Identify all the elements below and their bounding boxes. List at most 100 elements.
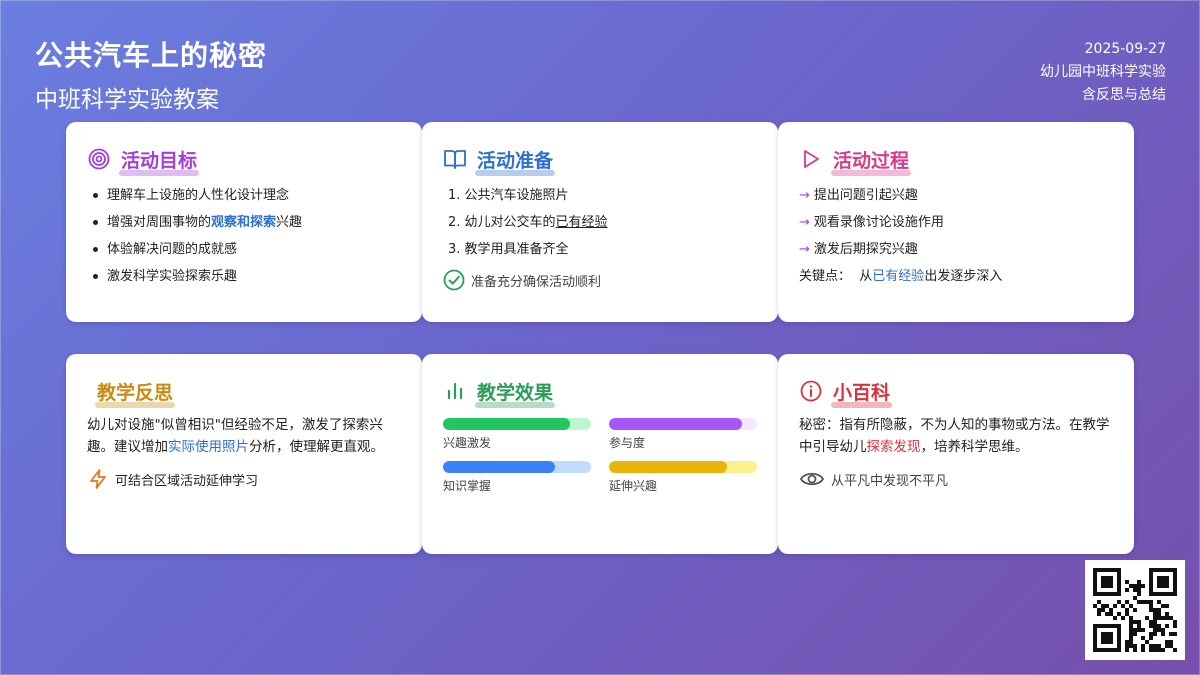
- qr-module: [1153, 616, 1157, 620]
- list-item: 1. 公共汽车设施照片: [448, 188, 569, 203]
- qr-module: [1161, 568, 1165, 572]
- wiki-text: ，培养科学思维。: [920, 439, 1029, 455]
- reflect-note: 可结合区域活动延伸学习: [87, 468, 400, 490]
- qr-module: [1097, 608, 1101, 612]
- qr-module: [1093, 592, 1097, 596]
- qr-module: [1169, 616, 1173, 620]
- page-title: 公共汽车上的秘密: [35, 39, 268, 72]
- qr-module: [1133, 632, 1137, 636]
- qr-module: [1109, 624, 1113, 628]
- card-reflect-header: 教学反思: [87, 376, 400, 408]
- qr-module: [1125, 644, 1129, 648]
- qr-module: [1093, 568, 1097, 572]
- qr-module: [1121, 616, 1125, 620]
- qr-module: [1149, 604, 1153, 608]
- qr-module: [1149, 584, 1153, 588]
- target-icon: [87, 147, 111, 171]
- qr-module: [1093, 604, 1097, 608]
- qr-module: [1093, 580, 1097, 584]
- qr-module: [1093, 584, 1097, 588]
- qr-module: [1149, 620, 1153, 624]
- qr-module: [1173, 592, 1177, 596]
- qr-module: [1161, 584, 1165, 588]
- qr-module: [1153, 644, 1157, 648]
- card-goals-header: 活动目标: [87, 144, 400, 176]
- qr-module: [1173, 572, 1177, 576]
- qr-module: [1165, 604, 1169, 608]
- card-reflect-title: 教学反思: [95, 378, 176, 408]
- goal-text: 兴趣: [276, 215, 303, 230]
- qr-module: [1149, 632, 1153, 636]
- qr-module: [1109, 568, 1113, 572]
- qr-module: [1141, 644, 1145, 648]
- page-subtitle: 中班科学实验教案: [35, 87, 219, 113]
- qr-module: [1117, 580, 1121, 584]
- qr-module: [1125, 612, 1129, 616]
- qr-module: [1145, 640, 1149, 644]
- qr-module: [1105, 640, 1109, 644]
- qr-module: [1157, 584, 1161, 588]
- prep-text: 2. 幼儿对公交车的: [448, 215, 556, 230]
- qr-module: [1149, 568, 1153, 572]
- qr-module: [1129, 632, 1133, 636]
- qr-module: [1109, 608, 1113, 612]
- qr-module: [1101, 624, 1105, 628]
- list-item: 体验解决问题的成就感: [87, 236, 400, 263]
- qr-module: [1165, 576, 1169, 580]
- qr-module: [1101, 648, 1105, 652]
- list-item: 2. 幼儿对公交车的已有经验: [443, 209, 756, 236]
- card-effect-header: 教学效果: [443, 376, 756, 408]
- qr-module: [1141, 584, 1145, 588]
- qr-module: [1157, 580, 1161, 584]
- qr-module: [1109, 632, 1113, 636]
- goal-highlight: 观察和探索: [211, 215, 277, 230]
- qr-module: [1129, 604, 1133, 608]
- qr-module: [1113, 624, 1117, 628]
- list-item: → 激发后期探究兴趣: [799, 236, 1112, 263]
- qr-module: [1169, 592, 1173, 596]
- qr-module: [1093, 572, 1097, 576]
- qr-module: [1137, 620, 1141, 624]
- metric-progress-bar: [443, 461, 591, 473]
- card-goals-title: 活动目标: [119, 146, 200, 176]
- card-process-title: 活动过程: [831, 146, 912, 176]
- arrow-right-icon: →: [799, 188, 810, 203]
- qr-module: [1161, 616, 1165, 620]
- list-item: 激发科学实验探索乐趣: [87, 263, 400, 290]
- qr-module: [1101, 632, 1105, 636]
- qr-module: [1109, 584, 1113, 588]
- qr-module: [1101, 568, 1105, 572]
- qr-module: [1093, 576, 1097, 580]
- qr-module: [1153, 608, 1157, 612]
- key-point-text: 出发逐步深入: [924, 269, 1003, 284]
- qr-module: [1165, 592, 1169, 596]
- reflect-highlight: 实际使用照片: [168, 439, 249, 455]
- qr-module: [1149, 624, 1153, 628]
- qr-module: [1113, 648, 1117, 652]
- qr-module: [1109, 648, 1113, 652]
- qr-module: [1141, 648, 1145, 652]
- qr-module: [1109, 636, 1113, 640]
- qr-module: [1137, 624, 1141, 628]
- wiki-note: 从平凡中发现不平凡: [799, 468, 1112, 490]
- qr-module: [1141, 600, 1145, 604]
- arrow-right-icon: →: [799, 215, 810, 230]
- qr-module: [1101, 604, 1105, 608]
- qr-module: [1093, 624, 1097, 628]
- book-icon: [443, 147, 467, 171]
- qr-module: [1165, 612, 1169, 616]
- qr-module: [1101, 580, 1105, 584]
- metric-item: 知识掌握: [443, 461, 591, 494]
- list-item: → 提出问题引起兴趣: [799, 182, 1112, 209]
- qr-module: [1129, 636, 1133, 640]
- qr-module: [1109, 612, 1113, 616]
- qr-module: [1173, 584, 1177, 588]
- qr-module: [1105, 632, 1109, 636]
- qr-module: [1153, 632, 1157, 636]
- prep-list: 1. 公共汽车设施照片 2. 幼儿对公交车的已有经验 3. 教学用具准备齐全: [443, 182, 756, 263]
- qr-module: [1161, 604, 1165, 608]
- qr-module: [1153, 628, 1157, 632]
- qr-module: [1129, 624, 1133, 628]
- qr-module: [1109, 580, 1113, 584]
- qr-module: [1157, 644, 1161, 648]
